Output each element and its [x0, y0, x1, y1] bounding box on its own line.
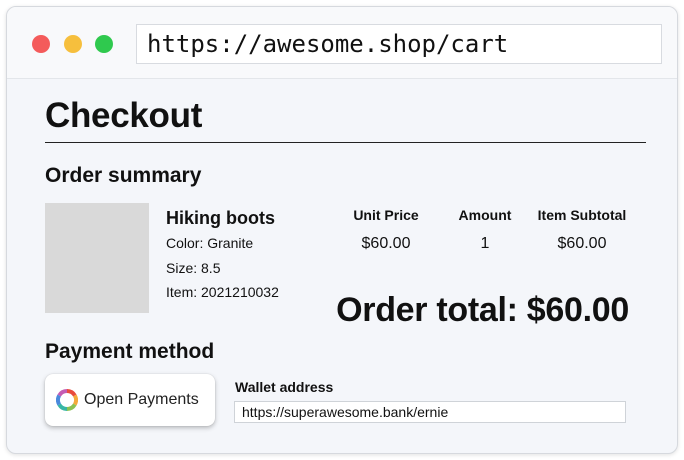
open-payments-button-label: Open Payments	[84, 391, 199, 408]
title-divider	[45, 142, 646, 143]
item-subtotal-value: $60.00	[557, 235, 607, 252]
order-summary-heading: Order summary	[45, 164, 202, 187]
product-image-placeholder	[45, 203, 149, 313]
item-subtotal-header: Item Subtotal	[537, 207, 627, 223]
address-bar[interactable]: https://awesome.shop/cart	[136, 24, 662, 64]
order-total: Order total: $60.00	[336, 291, 629, 329]
unit-price-value: $60.00	[361, 235, 411, 252]
product-color: Color: Granite	[166, 235, 254, 251]
product-name: Hiking boots	[166, 208, 275, 228]
close-window-button[interactable]	[32, 35, 50, 53]
page-title: Checkout	[45, 96, 203, 135]
open-payments-logo-icon	[56, 389, 78, 411]
minimize-window-button[interactable]	[64, 35, 82, 53]
unit-price-header: Unit Price	[353, 207, 419, 223]
browser-window: https://awesome.shop/cart Checkout Order…	[6, 6, 678, 454]
wallet-address-input[interactable]	[234, 401, 626, 423]
amount-value: 1	[480, 235, 490, 252]
browser-titlebar: https://awesome.shop/cart	[7, 7, 677, 79]
open-payments-button[interactable]: Open Payments	[45, 374, 215, 426]
product-item-number: Item: 2021210032	[166, 284, 279, 300]
maximize-window-button[interactable]	[95, 35, 113, 53]
wallet-address-label: Wallet address	[235, 379, 334, 395]
product-size: Size: 8.5	[166, 260, 221, 276]
payment-method-heading: Payment method	[45, 340, 215, 363]
amount-header: Amount	[458, 207, 512, 223]
